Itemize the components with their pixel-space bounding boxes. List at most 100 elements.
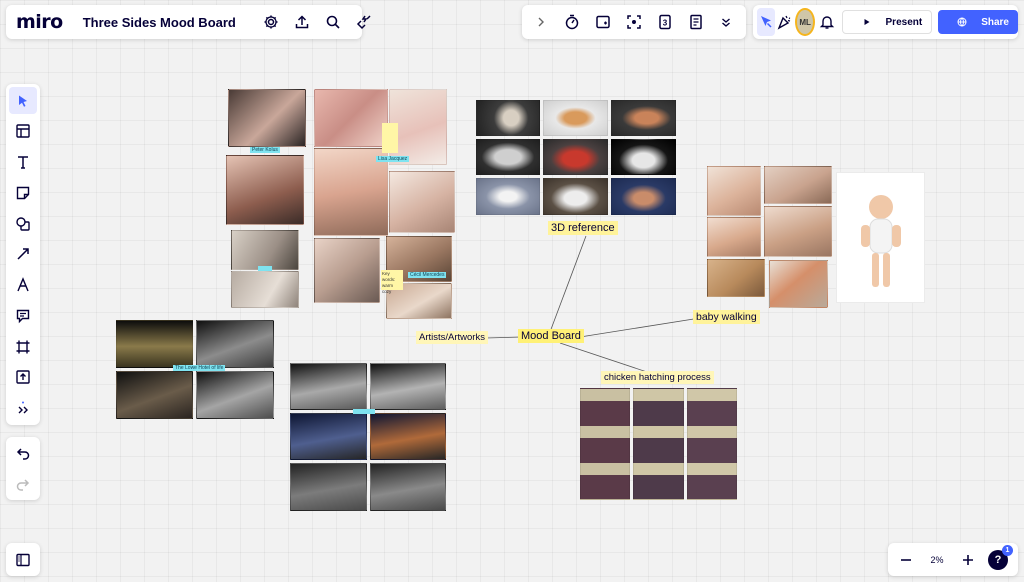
pen-icon[interactable] [9,271,37,298]
3d-reference-image[interactable] [476,139,540,175]
board-header: miro Three Sides Mood Board [6,5,371,39]
artist-tag: Cécil Mercedes [408,272,447,278]
chevron-down-icon[interactable] [712,8,740,36]
timer-icon[interactable] [558,8,586,36]
select-icon[interactable] [9,87,37,115]
hatching-image[interactable] [580,388,630,500]
globe-icon [947,8,977,36]
artwork-image[interactable] [290,413,367,460]
chevron-right-icon[interactable] [527,8,555,36]
history-toolbar [6,437,40,500]
baby-image[interactable] [707,259,765,297]
share-button[interactable]: Share [938,10,1018,34]
baby-figure [861,195,901,287]
baby-image[interactable] [769,260,828,308]
artwork-image[interactable] [370,413,446,460]
board-title[interactable]: Three Sides Mood Board [83,15,236,30]
reactions-icon[interactable] [775,8,793,36]
baby-image[interactable] [764,206,832,257]
shapes-icon[interactable] [9,210,37,237]
redo-icon[interactable] [15,476,31,492]
play-icon [852,8,882,36]
hatching-image[interactable] [687,388,737,500]
3d-reference-image[interactable] [543,139,608,175]
artwork-image[interactable] [370,363,446,410]
interior-image[interactable] [314,89,388,147]
templates-icon[interactable] [9,118,37,145]
baby-image[interactable] [707,166,761,216]
share-panel: ML Present Share [753,5,1018,39]
baby-image[interactable] [836,172,925,303]
mindmap-node-3d-reference[interactable]: 3D reference [548,221,618,235]
3d-reference-image[interactable] [543,100,608,136]
sidebar-toggle[interactable] [6,543,40,576]
share-label: Share [981,16,1009,28]
comment-icon[interactable] [9,302,37,329]
artwork-image[interactable] [290,463,367,511]
integrations-icon[interactable] [349,7,380,37]
3d-reference-image[interactable] [476,178,540,215]
arrow-icon[interactable] [9,241,37,268]
interior-image[interactable] [231,271,299,308]
3d-reference-image[interactable] [543,178,608,215]
3d-reference-image[interactable] [611,100,676,136]
focus-icon[interactable] [620,8,648,36]
zoom-level[interactable]: 2% [920,555,954,565]
interior-image[interactable] [314,238,380,303]
cursor-icon[interactable] [757,8,775,36]
zoom-out-icon[interactable] [892,546,920,574]
upload-icon[interactable] [9,364,37,391]
number-icon[interactable]: 3 [651,8,679,36]
undo-icon[interactable] [15,445,31,461]
sticky-note-icon[interactable] [9,179,37,206]
3d-reference-image[interactable] [476,100,540,136]
help-icon: ? [994,553,1002,566]
text-icon[interactable] [9,148,37,175]
interior-image[interactable] [231,230,299,270]
notes-icon[interactable] [682,8,710,36]
sidebar-icon [15,552,31,568]
keywords-note: Key words: warm cozy [381,270,403,294]
mindmap-node-baby-walking[interactable]: baby walking [693,310,760,324]
notification-badge: 1 [1002,544,1013,556]
frame-icon[interactable] [9,333,37,360]
miro-logo[interactable]: miro [16,11,63,33]
collaboration-toolbar: 3 [522,5,746,39]
mindmap-node-chicken[interactable]: chicken hatching process [601,371,714,384]
artwork-image[interactable] [196,320,274,368]
artwork-image[interactable] [290,363,367,410]
hatching-image[interactable] [633,388,684,500]
settings-icon[interactable] [256,7,287,37]
mindmap-node-artists[interactable]: Artists/Artworks [416,331,488,344]
bell-icon[interactable] [818,8,836,36]
zoom-in-icon[interactable] [954,546,982,574]
artist-tag [353,409,375,414]
artist-tag: Lisa Jacquez [376,156,410,162]
interior-image[interactable] [389,171,455,233]
artwork-image[interactable] [116,371,193,419]
zoom-controls: 2% ? 1 [888,543,1018,576]
creation-toolbar [6,84,40,425]
small-note [382,123,398,153]
artist-tag: The Lowe Hotel of life [173,365,226,371]
help-button[interactable]: ? 1 [988,544,1013,570]
artist-tag [258,266,272,271]
3d-reference-image[interactable] [611,178,676,215]
present-button[interactable]: Present [841,8,933,36]
artwork-image[interactable] [116,320,193,368]
baby-image[interactable] [707,217,761,257]
avatar[interactable]: ML [795,8,815,36]
baby-image[interactable] [764,166,832,204]
more-icon[interactable] [9,394,37,421]
upload-icon[interactable] [287,7,318,37]
artwork-image[interactable] [196,371,274,419]
interior-image[interactable] [226,155,304,225]
interior-image[interactable] [228,89,306,147]
artwork-image[interactable] [370,463,446,511]
3d-reference-image[interactable] [611,139,676,175]
present-label: Present [885,16,923,28]
mindmap-root-node[interactable]: Mood Board [518,329,584,343]
card-icon[interactable] [589,8,617,36]
search-icon[interactable] [318,7,349,37]
svg-text:3: 3 [663,19,668,28]
